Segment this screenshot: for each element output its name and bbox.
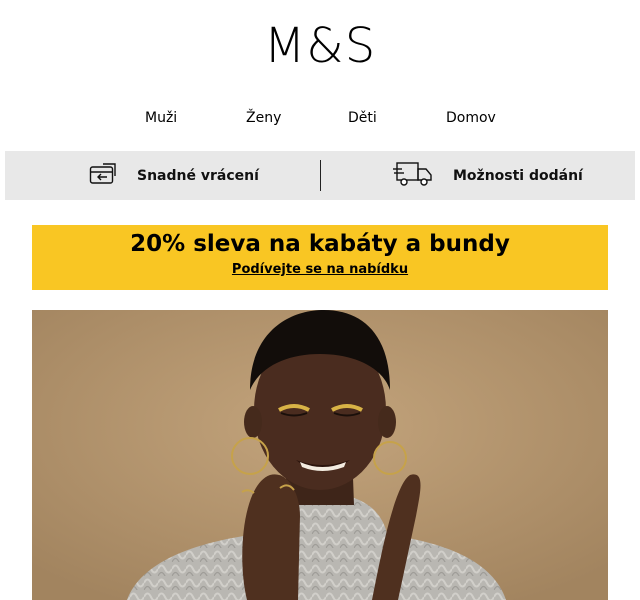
promo-banner[interactable]: 20% sleva na kabáty a bundy Podívejte se… — [32, 225, 608, 290]
nav-item-home[interactable]: Domov — [446, 108, 496, 128]
nav-item-kids[interactable]: Děti — [348, 108, 377, 128]
delivery-truck-icon — [393, 160, 433, 192]
email-page: M&S Muži Ženy Děti Domov Snadné vrácení — [0, 0, 640, 600]
benefit-easy-returns[interactable]: Snadné vrácení — [89, 151, 259, 200]
benefit-label: Snadné vrácení — [137, 167, 259, 184]
brand-logo[interactable]: M&S — [0, 18, 640, 74]
nav-item-women[interactable]: Ženy — [246, 108, 281, 128]
benefit-delivery-options[interactable]: Možnosti dodání — [393, 151, 583, 200]
hero-photo-woman-in-grey-knit-sweater — [32, 310, 608, 600]
promo-title: 20% sleva na kabáty a bundy — [130, 231, 510, 257]
hero-image[interactable] — [32, 310, 608, 600]
promo-link-wrapper: Podívejte se na nabídku — [32, 261, 608, 279]
return-card-icon — [89, 162, 117, 190]
promo-link[interactable]: Podívejte se na nabídku — [232, 262, 408, 277]
nav-item-men[interactable]: Muži — [145, 108, 177, 128]
benefits-bar: Snadné vrácení Možnosti dodání — [5, 151, 635, 200]
category-nav: Muži Ženy Děti Domov — [0, 108, 640, 128]
benefit-label: Možnosti dodání — [453, 167, 583, 184]
benefit-divider — [320, 160, 321, 191]
